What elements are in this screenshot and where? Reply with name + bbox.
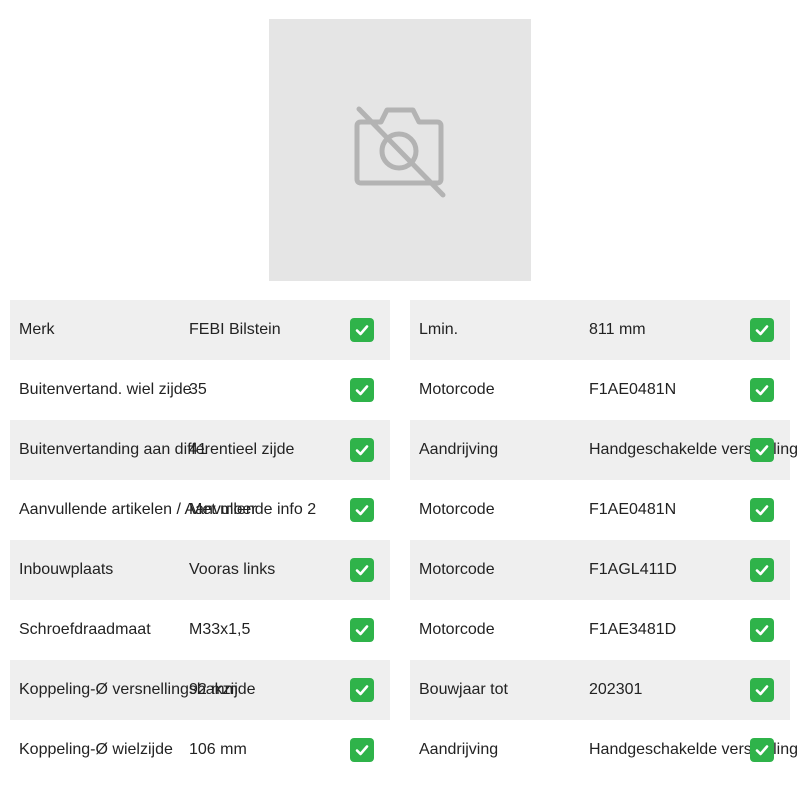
spec-value: 202301	[589, 681, 643, 698]
spec-row: Motorcode F1AE3481D	[410, 600, 790, 660]
check-mark-icon	[350, 618, 374, 642]
spec-row: Motorcode F1AE0481N	[410, 360, 790, 420]
check-mark-icon	[350, 558, 374, 582]
spec-value: 35	[189, 381, 207, 398]
check-mark-icon	[350, 438, 374, 462]
check-mark-icon	[750, 738, 774, 762]
spec-row: Aanvullende artikelen / Aanvullende info…	[10, 480, 390, 540]
spec-value: 811 mm	[589, 321, 646, 338]
spec-value: Vooras links	[189, 561, 276, 578]
spec-label: Bouwjaar tot	[419, 681, 508, 698]
check-mark-icon	[750, 438, 774, 462]
check-mark-icon	[750, 618, 774, 642]
check-mark-icon	[750, 498, 774, 522]
check-mark-icon	[350, 678, 374, 702]
spec-row: Buitenvertanding aan differentieel zijde…	[10, 420, 390, 480]
spec-row: Aandrijving Handgeschakelde versnelling	[410, 420, 798, 480]
spec-value: 92 mm	[189, 681, 238, 698]
spec-value: F1AE0481N	[589, 381, 677, 398]
check-mark-icon	[350, 378, 374, 402]
spec-value: Met moer	[189, 501, 257, 518]
spec-value: M33x1,5	[189, 621, 251, 638]
check-mark-icon	[750, 678, 774, 702]
no-camera-icon	[354, 106, 446, 198]
spec-row: Inbouwplaats Vooras links	[10, 540, 390, 600]
spec-row: Koppeling-Ø wielzijde 106 mm	[10, 720, 390, 780]
spec-row: Koppeling-Ø versnellingsbakzijde 92 mm	[10, 660, 390, 720]
spec-label: Buitenvertand. wiel zijde	[19, 381, 192, 398]
spec-label: Schroefdraadmaat	[19, 621, 151, 638]
check-mark-icon	[350, 318, 374, 342]
spec-value: F1AGL411D	[589, 561, 677, 578]
spec-row: Bouwjaar tot 202301	[410, 660, 790, 720]
spec-label: Aandrijving	[419, 441, 499, 458]
spec-value: 106 mm	[189, 741, 247, 758]
spec-row: Merk FEBI Bilstein	[10, 300, 390, 360]
spec-label: Motorcode	[419, 621, 495, 638]
spec-label: Motorcode	[419, 501, 495, 518]
check-mark-icon	[350, 738, 374, 762]
spec-row: Motorcode F1AE0481N	[410, 480, 790, 540]
specs-table-right: Lmin. 811 mm Motorcode F1AE0481N Aandrij…	[410, 300, 798, 780]
spec-label: Aandrijving	[419, 741, 499, 758]
spec-label: Aanvullende artikelen / Aanvullende info…	[19, 501, 317, 518]
spec-label: Motorcode	[419, 561, 495, 578]
spec-label: Lmin.	[419, 321, 459, 338]
spec-row: Motorcode F1AGL411D	[410, 540, 790, 600]
spec-label: Motorcode	[419, 381, 495, 398]
spec-label: Merk	[19, 321, 55, 338]
spec-label: Inbouwplaats	[19, 561, 114, 578]
spec-value: 41	[189, 441, 207, 458]
check-mark-icon	[350, 498, 374, 522]
check-mark-icon	[750, 378, 774, 402]
specs-table-left: Merk FEBI Bilstein Buitenvertand. wiel z…	[10, 300, 390, 780]
spec-row: Schroefdraadmaat M33x1,5	[10, 600, 390, 660]
spec-label: Koppeling-Ø wielzijde	[19, 741, 173, 758]
spec-row: Buitenvertand. wiel zijde 35	[10, 360, 390, 420]
spec-row: Lmin. 811 mm	[410, 300, 790, 360]
check-mark-icon	[750, 558, 774, 582]
spec-value: F1AE3481D	[589, 621, 677, 638]
spec-label: Buitenvertanding aan differentieel zijde	[19, 441, 295, 458]
spec-row: Aandrijving Handgeschakelde versnelling	[410, 720, 798, 780]
spec-value: FEBI Bilstein	[189, 321, 281, 338]
spec-value: F1AE0481N	[589, 501, 677, 518]
check-mark-icon	[750, 318, 774, 342]
product-image-placeholder	[269, 19, 531, 281]
